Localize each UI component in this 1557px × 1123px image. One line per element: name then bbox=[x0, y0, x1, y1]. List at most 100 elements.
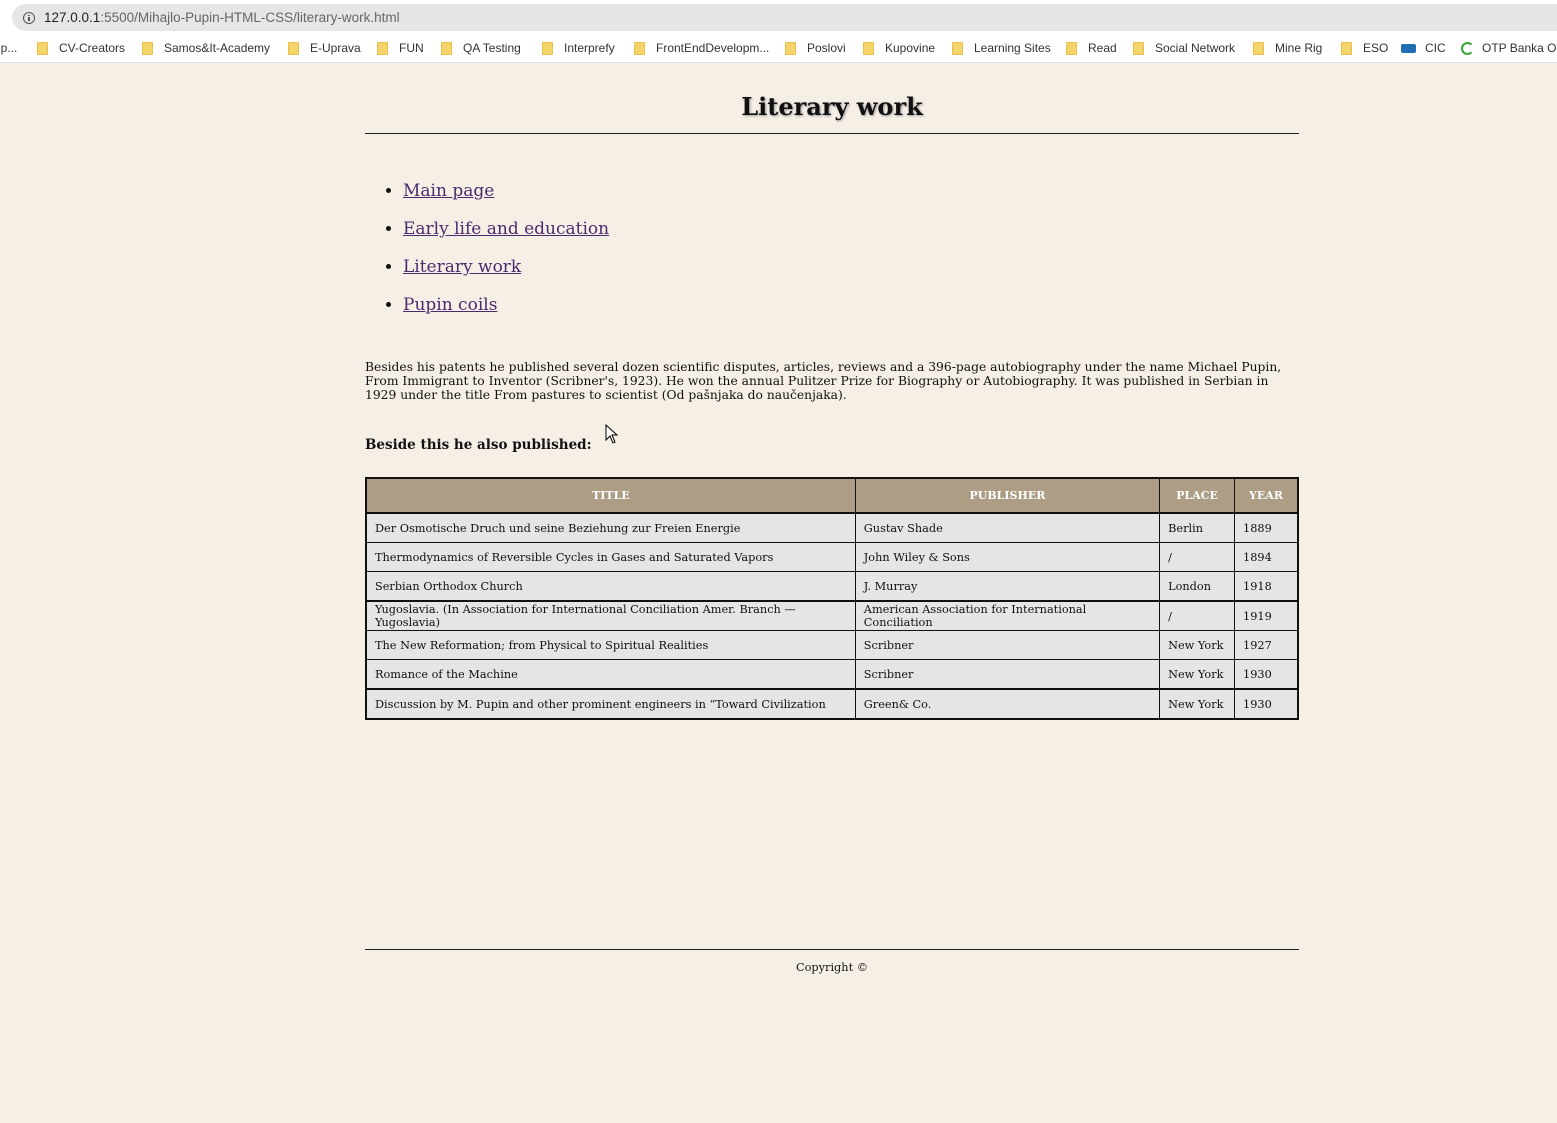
folder-icon bbox=[377, 41, 388, 55]
bookmark-label: Learning Sites bbox=[974, 41, 1051, 55]
table-row: Thermodynamics of Reversible Cycles in G… bbox=[364, 542, 1300, 572]
cell-year: 1918 bbox=[1234, 571, 1300, 602]
bookmark-label: OTP Banka Or bbox=[1482, 41, 1557, 55]
bookmark-item[interactable]: np... bbox=[0, 41, 17, 55]
table-row: Discussion by M. Pupin and other promine… bbox=[364, 688, 1300, 720]
cell-title: The New Reformation; from Physical to Sp… bbox=[364, 630, 856, 660]
cell-title: Der Osmotische Druch und seine Beziehung… bbox=[364, 512, 856, 543]
bookmark-label: Poslovi bbox=[807, 41, 846, 55]
nav-item: Early life and education bbox=[403, 210, 609, 248]
folder-icon bbox=[1133, 41, 1144, 55]
table-row: Romance of the Machine Scribner New York… bbox=[364, 659, 1300, 690]
folder-icon bbox=[863, 41, 874, 55]
nav-item: Main page bbox=[403, 172, 609, 210]
cell-title: Romance of the Machine bbox=[364, 659, 856, 690]
cic-icon bbox=[1401, 43, 1416, 53]
table-header-row: Title Publisher Place Year bbox=[364, 477, 1300, 514]
bookmark-item[interactable]: Poslovi bbox=[785, 41, 846, 55]
bookmark-item[interactable]: Interprefy bbox=[542, 41, 615, 55]
cell-place: London bbox=[1159, 571, 1236, 602]
bookmark-item[interactable]: OTP Banka Or bbox=[1461, 41, 1557, 55]
bookmark-label: Samos&It-Academy bbox=[164, 41, 271, 55]
nav-link-early-life[interactable]: Early life and education bbox=[403, 219, 609, 239]
cell-title: Discussion by M. Pupin and other promine… bbox=[364, 688, 856, 720]
bookmark-item[interactable]: Read bbox=[1066, 41, 1117, 55]
nav-link-main-page[interactable]: Main page bbox=[403, 181, 494, 201]
cell-title: Yugoslavia. (In Association for Internat… bbox=[364, 600, 856, 631]
bookmark-item[interactable]: Learning Sites bbox=[952, 41, 1051, 55]
cell-place: New York bbox=[1159, 688, 1236, 720]
address-bar: 127.0.0.1:5500/Mihajlo-Pupin-HTML-CSS/li… bbox=[0, 0, 1557, 36]
bookmark-label: ESO bbox=[1363, 41, 1389, 55]
url-host: 127.0.0.1 bbox=[44, 10, 101, 25]
bookmark-label: np... bbox=[0, 41, 18, 55]
cell-year: 1919 bbox=[1234, 600, 1300, 631]
bookmark-item[interactable]: ESO bbox=[1341, 41, 1388, 55]
bookmark-label: Social Network bbox=[1155, 41, 1236, 55]
cell-title: Serbian Orthodox Church bbox=[364, 571, 856, 602]
cell-title: Thermodynamics of Reversible Cycles in G… bbox=[364, 542, 856, 572]
folder-icon bbox=[142, 41, 153, 55]
bookmark-item[interactable]: FrontEndDevelopm... bbox=[634, 41, 769, 55]
bookmark-label: E-Uprava bbox=[310, 41, 361, 55]
bookmark-label: Kupovine bbox=[885, 41, 936, 55]
table-row: Serbian Orthodox Church J. Murray London… bbox=[364, 571, 1300, 602]
nav-item: Literary work bbox=[403, 248, 609, 286]
publications-table: Title Publisher Place Year Der Osmotisch… bbox=[364, 477, 1300, 720]
info-icon[interactable] bbox=[23, 11, 35, 24]
column-header-title: Title bbox=[364, 477, 856, 514]
cell-place: New York bbox=[1159, 630, 1236, 660]
nav-item: Pupin coils bbox=[403, 286, 609, 324]
bookmark-label: FUN bbox=[399, 41, 424, 55]
cell-publisher: Gustav Shade bbox=[854, 512, 1161, 543]
page-title: Literary work bbox=[741, 92, 923, 121]
cell-publisher: Green& Co. bbox=[854, 688, 1161, 720]
footer-divider bbox=[365, 949, 1299, 950]
cell-year: 1894 bbox=[1234, 542, 1300, 572]
bookmark-item[interactable]: CIC bbox=[1401, 41, 1446, 55]
bookmark-item[interactable]: Social Network bbox=[1133, 41, 1235, 55]
cell-publisher: John Wiley & Sons bbox=[854, 542, 1161, 572]
nav-link-literary-work[interactable]: Literary work bbox=[403, 257, 521, 277]
folder-icon bbox=[1341, 41, 1352, 55]
folder-icon bbox=[785, 41, 796, 55]
bookmark-item[interactable]: Kupovine bbox=[863, 41, 935, 55]
column-header-year: Year bbox=[1234, 477, 1300, 514]
bookmark-label: FrontEndDevelopm... bbox=[656, 41, 770, 55]
bookmark-label: Mine Rig bbox=[1275, 41, 1323, 55]
folder-icon bbox=[1066, 41, 1077, 55]
cell-year: 1930 bbox=[1234, 688, 1300, 720]
cell-year: 1889 bbox=[1234, 512, 1300, 543]
bookmark-item[interactable]: QA Testing bbox=[441, 41, 521, 55]
folder-icon bbox=[542, 41, 553, 55]
table-row: The New Reformation; from Physical to Sp… bbox=[364, 630, 1300, 660]
cell-place: Berlin bbox=[1159, 512, 1236, 543]
bookmark-item[interactable]: E-Uprava bbox=[288, 41, 361, 55]
column-header-publisher: Publisher bbox=[854, 477, 1161, 514]
intro-paragraph: Besides his patents he published several… bbox=[365, 360, 1282, 402]
bookmark-item[interactable]: Mine Rig bbox=[1253, 41, 1322, 55]
header-divider bbox=[365, 133, 1299, 134]
nav-link-pupin-coils[interactable]: Pupin coils bbox=[403, 295, 497, 315]
url-field[interactable]: 127.0.0.1:5500/Mihajlo-Pupin-HTML-CSS/li… bbox=[12, 4, 1557, 31]
cell-year: 1930 bbox=[1234, 659, 1300, 690]
column-header-place: Place bbox=[1159, 477, 1236, 514]
table-row: Der Osmotische Druch und seine Beziehung… bbox=[364, 512, 1300, 543]
bookmark-item[interactable]: Samos&It-Academy bbox=[142, 41, 270, 55]
bookmark-item[interactable]: CV-Creators bbox=[37, 41, 125, 55]
cell-publisher: Scribner bbox=[854, 659, 1161, 690]
bookmark-label: Read bbox=[1088, 41, 1117, 55]
cell-publisher: Scribner bbox=[854, 630, 1161, 660]
folder-icon bbox=[288, 41, 299, 55]
cell-place: / bbox=[1159, 542, 1236, 572]
cell-year: 1927 bbox=[1234, 630, 1300, 660]
bookmark-item[interactable]: FUN bbox=[377, 41, 424, 55]
folder-icon bbox=[634, 41, 645, 55]
folder-icon bbox=[37, 41, 48, 55]
nav-list: Main page Early life and education Liter… bbox=[365, 172, 609, 324]
cell-place: / bbox=[1159, 600, 1236, 631]
url-path: :5500/Mihajlo-Pupin-HTML-CSS/literary-wo… bbox=[100, 10, 400, 25]
cell-publisher: J. Murray bbox=[854, 571, 1161, 602]
cell-publisher: American Association for International C… bbox=[854, 600, 1161, 631]
otp-icon bbox=[1461, 41, 1474, 55]
